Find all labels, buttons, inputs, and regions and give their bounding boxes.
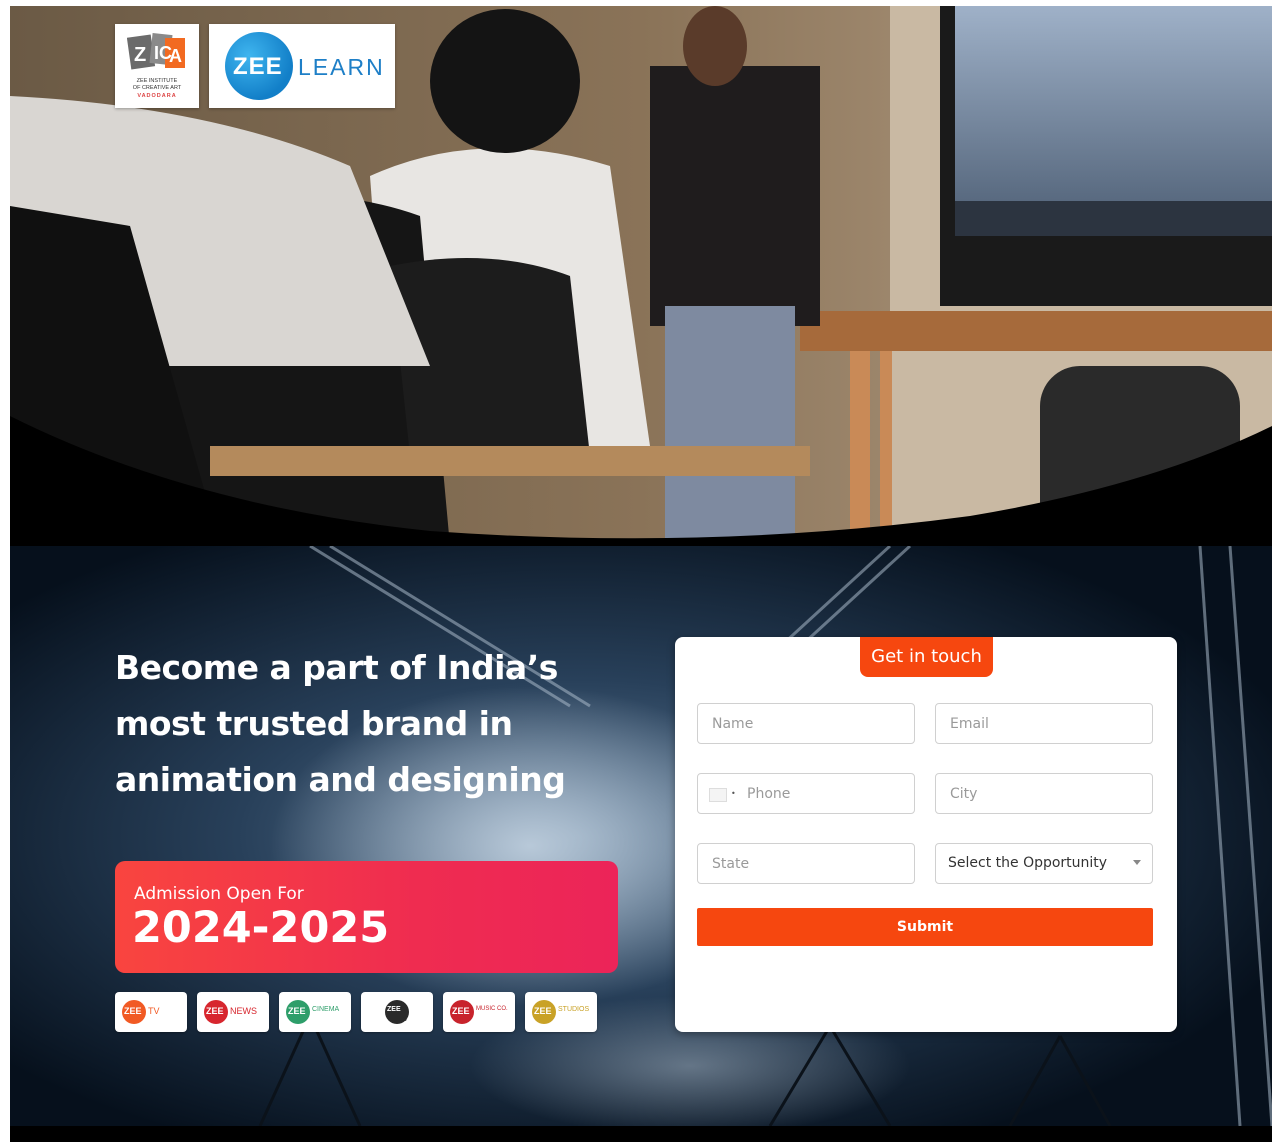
admission-years: 2024-2025	[132, 903, 390, 953]
svg-text:Z: Z	[134, 44, 146, 66]
zeelearn-learn-text: LEARN	[298, 54, 385, 80]
brand-zee-studios-logo: ZEE STUDIOS	[525, 992, 597, 1032]
brand-prefix: ZEE	[288, 1006, 306, 1016]
headline-line-1: Become a part of India’s	[115, 648, 558, 687]
hero-classroom-photo	[10, 6, 1272, 546]
brand-suffix: 5	[403, 1016, 407, 1023]
brand-prefix: ZEE	[124, 1006, 142, 1016]
headline-line-3: animation and designing	[115, 760, 566, 799]
chevron-down-icon	[1133, 860, 1141, 865]
brand-zee-tv-logo: ZEE TV	[115, 992, 187, 1032]
submit-button[interactable]: Submit	[697, 908, 1153, 946]
admission-label: Admission Open For	[134, 884, 304, 904]
headline: Become a part of India’s most trusted br…	[115, 640, 635, 808]
brand-prefix: ZEE	[206, 1006, 224, 1016]
country-dropdown-caret-icon[interactable]: •	[731, 789, 736, 798]
zeelearn-logo[interactable]: ZEE LEARN	[209, 24, 395, 108]
brand-suffix: STUDIOS	[558, 1006, 590, 1013]
brand-suffix: CINEMA	[312, 1006, 340, 1013]
zica-caption-line3: VADODARA	[137, 93, 177, 99]
brand-suffix: NEWS	[230, 1006, 257, 1016]
opportunity-select[interactable]: Select the Opportunity	[935, 843, 1153, 884]
svg-text:A: A	[169, 46, 182, 66]
brand-suffix: MUSIC CO.	[476, 1006, 508, 1012]
form-title: Get in touch	[860, 637, 993, 677]
zeelearn-zee-text: ZEE	[233, 53, 283, 80]
brand-prefix: ZEE	[452, 1006, 470, 1016]
admission-banner: Admission Open For 2024-2025	[115, 861, 618, 973]
state-field[interactable]	[697, 843, 915, 884]
zica-logo-mark: Z IC A	[127, 33, 185, 70]
name-field[interactable]	[697, 703, 915, 744]
brand-zee-music-logo: ZEE MUSIC CO.	[443, 992, 515, 1032]
city-field[interactable]	[935, 773, 1153, 814]
opportunity-select-value: Select the Opportunity	[948, 855, 1108, 871]
brand-suffix: TV	[148, 1006, 160, 1016]
phone-field[interactable]	[697, 773, 915, 814]
zica-caption-line1: ZEE INSTITUTE	[136, 78, 178, 84]
hero-banner: Z IC A ZEE INSTITUTE OF CREATIVE ART VAD…	[10, 6, 1272, 546]
admission-section: Become a part of India’s most trusted br…	[10, 546, 1272, 1126]
zica-caption-line2: OF CREATIVE ART	[132, 85, 182, 91]
brand-prefix: ZEE	[387, 1006, 401, 1013]
email-field[interactable]	[935, 703, 1153, 744]
landing-page: Z IC A ZEE INSTITUTE OF CREATIVE ART VAD…	[0, 0, 1272, 1142]
brand-prefix: ZEE	[534, 1006, 552, 1016]
bottom-bar	[10, 1126, 1272, 1142]
brand-zee-news-logo: ZEE NEWS	[197, 992, 269, 1032]
country-flag-icon[interactable]	[709, 788, 727, 802]
headline-line-2: most trusted brand in	[115, 704, 513, 743]
zica-logo[interactable]: Z IC A ZEE INSTITUTE OF CREATIVE ART VAD…	[115, 24, 199, 108]
contact-form: Get in touch • Select the Opportunity Su…	[675, 637, 1177, 1032]
brand-zee5-logo: ZEE 5	[361, 992, 433, 1032]
brand-zee-cinema-logo: ZEE CINEMA	[279, 992, 351, 1032]
